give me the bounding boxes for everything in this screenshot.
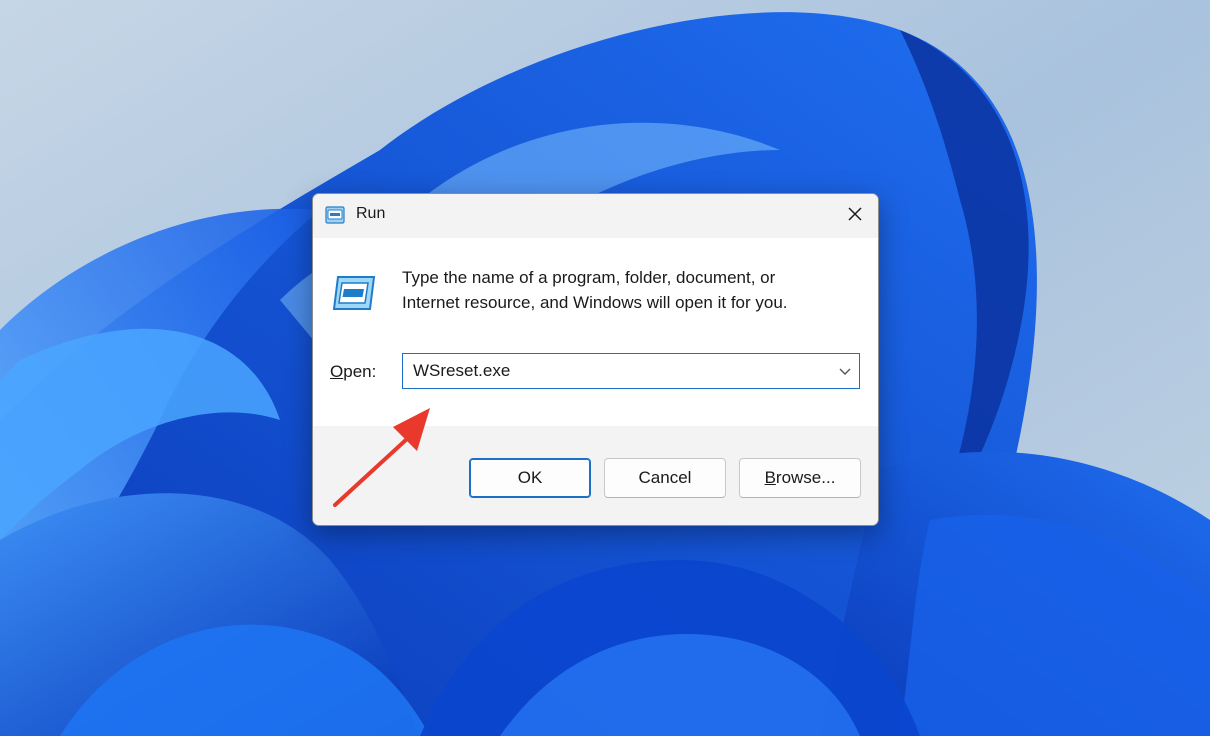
close-button[interactable] [832, 194, 878, 234]
desktop: Run Type the name of a program, folder, … [0, 0, 1210, 736]
browse-accelerator: B [764, 468, 776, 487]
cancel-button-label: Cancel [638, 468, 692, 487]
open-label: Open: [330, 362, 376, 382]
dialog-body: Type the name of a program, folder, docu… [313, 238, 878, 426]
open-label-text: pen: [343, 362, 377, 381]
description-text: Type the name of a program, folder, docu… [402, 265, 842, 315]
open-label-accelerator: O [330, 362, 344, 381]
open-combobox[interactable] [402, 353, 860, 389]
browse-button[interactable]: Browse... [739, 458, 861, 498]
close-icon [848, 207, 862, 221]
description-line-2: Internet resource, and Windows will open… [402, 293, 788, 312]
cancel-button[interactable]: Cancel [604, 458, 726, 498]
description-line-1: Type the name of a program, folder, docu… [402, 268, 776, 287]
browse-button-label: rowse... [775, 468, 836, 487]
run-app-icon [325, 206, 345, 224]
dialog-footer: OK Cancel Browse... [313, 426, 878, 525]
title-bar[interactable]: Run [313, 194, 878, 238]
ok-button[interactable]: OK [469, 458, 591, 498]
run-app-icon [332, 276, 376, 310]
window-title: Run [356, 205, 386, 222]
chevron-down-icon[interactable] [837, 363, 853, 379]
open-input[interactable] [403, 354, 823, 388]
run-dialog: Run Type the name of a program, folder, … [312, 193, 879, 526]
ok-button-label: OK [517, 468, 543, 487]
